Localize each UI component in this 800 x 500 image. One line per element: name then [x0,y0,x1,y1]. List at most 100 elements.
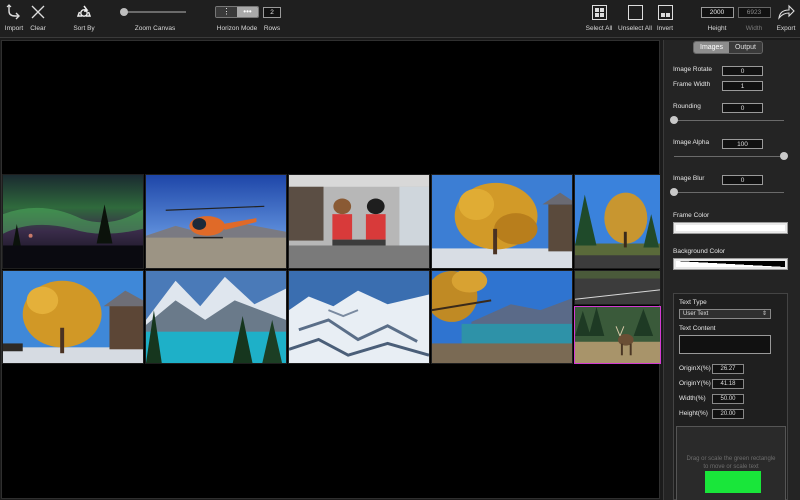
origin-x-input[interactable]: 26.27 [712,364,744,374]
horizon-mode-segmented[interactable]: ⋮ ••• [215,6,259,18]
preview-hint: Drag or scale the green rectangle to mov… [686,456,776,470]
origin-x-label: OriginX(%) [679,365,711,372]
invert-button[interactable]: Invert [655,0,675,38]
image-tile-turquoise-lake[interactable] [145,270,287,364]
golden-larch-photo [432,175,572,268]
rows-label: Rows [263,25,281,32]
image-tile-snowy-mountains-aerial[interactable] [288,270,430,364]
toolbar: Import Clear Sort By Zoom Canvas ⋮ ••• H… [0,0,800,38]
golden-tree-lodge-photo [3,271,143,363]
autumn-tree-road-photo [575,175,660,268]
background-color-well[interactable] [673,258,788,270]
image-tile-golden-tree-lodge[interactable] [2,270,144,364]
rows-control[interactable]: 2 Rows [262,0,282,38]
height-control[interactable]: 2000 Height [700,0,734,38]
invert-grid-icon [657,4,673,20]
image-blur-label: Image Blur [673,175,705,182]
horizon-mode-horizontal-option[interactable]: ••• [237,7,258,17]
image-blur-slider[interactable] [670,188,784,196]
export-button[interactable]: Export [774,0,798,38]
road-continuation-photo [575,271,660,304]
import-label: Import [4,25,24,32]
helicopter-photo [146,175,286,268]
text-content-field[interactable] [679,335,771,354]
frame-color-well[interactable] [673,222,788,234]
height-input[interactable]: 2000 [700,6,734,18]
origin-y-input[interactable]: 41.18 [712,379,744,389]
invert-label: Invert [656,25,674,32]
select-all-label: Select All [585,25,613,32]
image-grid [2,174,661,364]
image-tile-golden-larch-tree[interactable] [431,174,573,269]
height-label: Height [707,25,727,32]
settings-panel: Images Output Image Rotate 0 Frame Width… [663,40,800,500]
clear-button[interactable]: Clear [27,0,49,38]
rounding-slider-knob[interactable] [670,116,678,124]
elk-photo [575,307,660,363]
import-button[interactable]: Import [3,0,25,38]
zoom-canvas-label: Zoom Canvas [134,25,176,32]
rounding-slider[interactable] [670,116,784,124]
panel-tabs[interactable]: Images Output [693,41,763,54]
snowy-mountains-photo [289,271,429,363]
image-alpha-slider[interactable] [674,152,788,160]
collage-canvas[interactable] [1,40,661,499]
image-tile-helicopter[interactable] [145,174,287,269]
width-label: Width [745,25,763,32]
image-tile-autumn-tree-road-bottom[interactable] [574,270,661,305]
image-tile-elk[interactable] [574,306,661,364]
image-rotate-input[interactable]: 0 [722,66,763,76]
export-label: Export [776,25,796,32]
sort-by-button[interactable]: Sort By [70,0,98,38]
rounding-label: Rounding [673,103,701,110]
zoom-canvas-slider[interactable] [120,8,186,16]
image-rotate-label: Image Rotate [673,66,713,73]
zoom-canvas-knob[interactable] [120,8,128,16]
background-color-label: Background Color [673,248,726,255]
text-position-preview[interactable]: Drag or scale the green rectangle to mov… [676,426,786,500]
select-all-button[interactable]: Select All [584,0,614,38]
tab-output[interactable]: Output [728,42,762,53]
image-alpha-input[interactable]: 100 [722,139,763,149]
rows-input[interactable]: 2 [263,6,281,18]
aurora-lake-photo [3,175,143,268]
text-position-rectangle[interactable] [705,471,761,493]
text-type-select[interactable]: User Text ⇕ [679,309,771,319]
horizon-mode-label: Horizon Mode [216,25,258,32]
image-tile-aurora-lake[interactable] [2,174,144,269]
width-control: 6923 Width [737,0,771,38]
text-width-input[interactable]: 50.00 [712,394,744,404]
image-blur-slider-knob[interactable] [670,188,678,196]
moose-statues-photo [289,175,429,268]
text-type-label: Text Type [679,299,707,306]
image-blur-input[interactable]: 0 [722,175,763,185]
text-settings-box: Text Type User Text ⇕ Text Content Origi… [673,293,788,500]
rounding-input[interactable]: 0 [722,103,763,113]
text-height-input[interactable]: 20.00 [712,409,744,419]
turquoise-lake-photo [146,271,286,363]
frame-width-label: Frame Width [673,81,711,88]
origin-y-label: OriginY(%) [679,380,711,387]
horizon-mode-control[interactable]: ⋮ ••• Horizon Mode [214,0,260,38]
frame-color-label: Frame Color [673,212,710,219]
import-arrow-icon [6,4,20,20]
x-icon [31,5,45,19]
image-tile-autumn-tree-road[interactable] [574,174,661,269]
text-height-label: Height(%) [679,410,708,417]
horizon-mode-vertical-option[interactable]: ⋮ [216,7,237,17]
image-tile-lake-shore-autumn[interactable] [431,270,573,364]
frame-width-input[interactable]: 1 [722,81,763,91]
image-alpha-slider-knob[interactable] [780,152,788,160]
unselect-all-button[interactable]: Unselect All [617,0,653,38]
tab-images[interactable]: Images [694,42,729,53]
grid-select-all-icon [591,4,607,20]
zoom-canvas-control[interactable]: Zoom Canvas [120,0,188,38]
image-tile-moose-statues[interactable] [288,174,430,269]
text-width-label: Width(%) [679,395,706,402]
recycle-icon [77,5,91,17]
chevron-updown-icon: ⇕ [761,311,767,317]
clear-label: Clear [30,25,46,32]
text-content-label: Text Content [679,325,716,332]
lake-shore-photo [432,271,572,363]
unselect-all-label: Unselect All [618,25,652,32]
